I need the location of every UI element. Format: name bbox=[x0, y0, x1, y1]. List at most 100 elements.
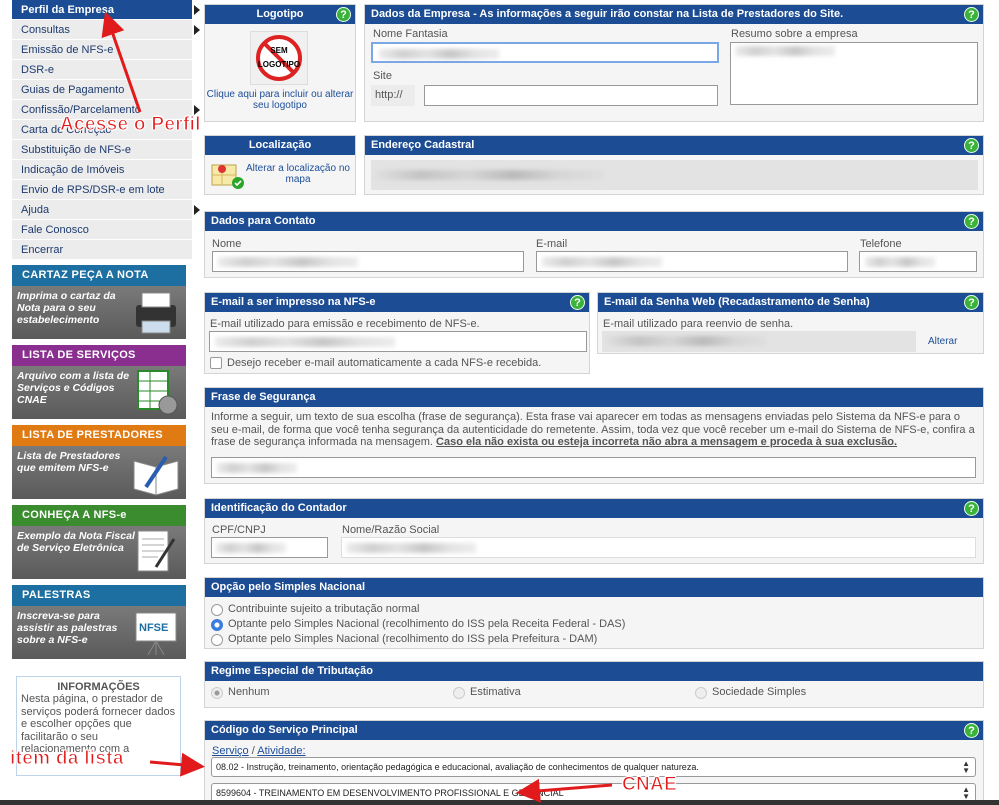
document-pen-icon bbox=[137, 530, 176, 572]
no-logo-text-1: SEM bbox=[270, 46, 288, 55]
service-select-value: 08.02 - Instrução, treinamento, orientaç… bbox=[216, 762, 699, 772]
contact-title: Dados para Contato bbox=[211, 215, 316, 227]
banner-3[interactable]: CONHEÇA A NFS-e Exemplo da Nota Fiscal de… bbox=[12, 505, 186, 579]
help-icon[interactable]: ? bbox=[964, 501, 979, 516]
menu-item-0[interactable]: Perfil da Empresa bbox=[12, 0, 200, 20]
menu-item-label: Ajuda bbox=[21, 204, 50, 216]
invoice-email-panel: E-mail a ser impresso na NFS-e? E-mail u… bbox=[204, 292, 590, 374]
service-code-title: Código do Serviço Principal bbox=[211, 724, 358, 736]
site-label: Site bbox=[373, 70, 392, 82]
menu-item-label: Envio de RPS/DSR-e em lote bbox=[21, 184, 165, 196]
help-icon[interactable]: ? bbox=[964, 295, 979, 310]
logo-placeholder[interactable]: SEM LOGOTIPO bbox=[250, 31, 308, 85]
regime-radio-1[interactable] bbox=[453, 687, 465, 699]
book-pen-icon bbox=[133, 455, 179, 496]
map-pin-icon[interactable] bbox=[210, 159, 244, 191]
regime-radio-0[interactable] bbox=[211, 687, 223, 699]
help-icon[interactable]: ? bbox=[964, 214, 979, 229]
trade-name-input[interactable] bbox=[371, 42, 719, 63]
banner-0[interactable]: CARTAZ PEÇA A NOTA Imprima o cartaz da No… bbox=[12, 265, 186, 339]
help-icon[interactable]: ? bbox=[336, 7, 351, 22]
menu-item-label: Encerrar bbox=[21, 244, 64, 256]
contact-panel: Dados para Contato? Nome E-mail Telefone bbox=[204, 211, 984, 278]
location-panel: Localização Alterar a localização no map… bbox=[204, 135, 356, 195]
regime-radio-2[interactable] bbox=[695, 687, 707, 699]
banner-text: Inscreva-se para assistir as palestras s… bbox=[17, 610, 118, 646]
banner-title: CONHEÇA A NFS-e bbox=[12, 505, 186, 526]
menu-item-9[interactable]: Envio de RPS/DSR-e em lote bbox=[12, 180, 192, 200]
security-phrase-header: Frase de Segurança bbox=[205, 388, 983, 407]
service-select[interactable]: 08.02 - Instrução, treinamento, orientaç… bbox=[211, 757, 976, 777]
address-header: Endereço Cadastral? bbox=[365, 136, 983, 155]
menu-item-3[interactable]: DSR-e bbox=[12, 60, 192, 80]
menu-item-1[interactable]: Consultas bbox=[12, 20, 200, 40]
banner-title: LISTA DE SERVIÇOS bbox=[12, 345, 186, 366]
submenu-arrow-icon bbox=[194, 5, 200, 15]
change-password-email-link[interactable]: Alterar bbox=[928, 336, 957, 347]
accountant-name-value bbox=[341, 537, 976, 558]
invoice-email-desc: E-mail utilizado para emissão e recebime… bbox=[210, 318, 480, 330]
simples-radio-0[interactable] bbox=[211, 604, 223, 616]
site-input[interactable] bbox=[424, 85, 718, 106]
menu-item-12[interactable]: Encerrar bbox=[12, 240, 192, 260]
company-title: Dados da Empresa - As informações a segu… bbox=[371, 8, 844, 20]
menu-item-label: Substituição de NFS-e bbox=[21, 144, 132, 156]
simples-option-label: Contribuinte sujeito a tributação normal bbox=[228, 603, 420, 615]
change-location-link[interactable]: Alterar a localização no mapa bbox=[245, 163, 351, 185]
menu-item-10[interactable]: Ajuda bbox=[12, 200, 200, 220]
activity-link[interactable]: Atividade: bbox=[257, 745, 305, 757]
accountant-title: Identificação do Contador bbox=[211, 502, 347, 514]
contact-phone-input[interactable] bbox=[859, 251, 977, 272]
select-arrows-icon: ▲ ▼ bbox=[962, 759, 970, 775]
menu-item-label: Guias de Pagamento bbox=[21, 84, 125, 96]
password-email-header: E-mail da Senha Web (Recadastramento de … bbox=[598, 293, 983, 312]
simples-radio-2[interactable] bbox=[211, 634, 223, 646]
annotation-item: item da lista bbox=[10, 748, 124, 770]
contact-name-input[interactable] bbox=[212, 251, 524, 272]
service-activity-links: Serviço / Atividade: bbox=[212, 745, 306, 757]
simples-option-label: Optante pelo Simples Nacional (recolhime… bbox=[228, 618, 626, 630]
banner-4[interactable]: PALESTRAS Inscreva-se para assistir as pa… bbox=[12, 585, 186, 659]
security-phrase-text: Informe a seguir, um texto de sua escolh… bbox=[211, 411, 979, 449]
accountant-cpf-label: CPF/CNPJ bbox=[212, 524, 266, 536]
banner-text: Exemplo da Nota Fiscal de Serviço Eletrô… bbox=[17, 530, 135, 554]
menu-item-label: Consultas bbox=[21, 24, 70, 36]
annotation-cnae: CNAE bbox=[621, 774, 678, 796]
invoice-email-input[interactable] bbox=[209, 331, 587, 352]
address-title: Endereço Cadastral bbox=[371, 139, 475, 151]
banner-2[interactable]: LISTA DE PRESTADORES Lista de Prestadores… bbox=[12, 425, 186, 499]
help-icon[interactable]: ? bbox=[570, 295, 585, 310]
accountant-header: Identificação do Contador? bbox=[205, 499, 983, 518]
summary-textarea[interactable] bbox=[730, 42, 978, 105]
nfse-board-icon: NFSE bbox=[135, 612, 177, 656]
banner-1[interactable]: LISTA DE SERVIÇOS Arquivo com a lista de … bbox=[12, 345, 186, 419]
help-icon[interactable]: ? bbox=[964, 7, 979, 22]
service-code-header: Código do Serviço Principal? bbox=[205, 721, 983, 740]
menu-item-4[interactable]: Guias de Pagamento bbox=[12, 80, 192, 100]
contact-email-label: E-mail bbox=[536, 238, 568, 250]
banner-text: Arquivo com a lista de Serviços e Código… bbox=[17, 370, 130, 406]
menu-item-8[interactable]: Indicação de Imóveis bbox=[12, 160, 192, 180]
simples-header: Opção pelo Simples Nacional bbox=[205, 578, 983, 597]
password-email-title: E-mail da Senha Web (Recadastramento de … bbox=[604, 296, 870, 308]
menu-item-11[interactable]: Fale Conosco bbox=[12, 220, 192, 240]
regime-panel: Regime Especial de Tributação Nenhum Esti… bbox=[204, 661, 984, 708]
help-icon[interactable]: ? bbox=[964, 723, 979, 738]
service-code-panel: Código do Serviço Principal? Serviço / A… bbox=[204, 720, 984, 805]
accountant-cpf-input[interactable] bbox=[211, 537, 328, 558]
auto-email-label: Desejo receber e-mail automaticamente a … bbox=[227, 357, 542, 369]
summary-label: Resumo sobre a empresa bbox=[731, 28, 858, 40]
menu-item-label: Indicação de Imóveis bbox=[21, 164, 125, 176]
contact-email-input[interactable] bbox=[536, 251, 848, 272]
auto-email-checkbox[interactable] bbox=[210, 357, 222, 369]
menu-item-2[interactable]: Emissão de NFS-e bbox=[12, 40, 192, 60]
service-link[interactable]: Serviço bbox=[212, 745, 249, 757]
help-icon[interactable]: ? bbox=[964, 138, 979, 153]
menu-item-7[interactable]: Substituição de NFS-e bbox=[12, 140, 192, 160]
banner-text: Lista de Prestadores que emitem NFS-e bbox=[17, 450, 121, 474]
security-phrase-input[interactable] bbox=[211, 457, 976, 478]
simples-radio-1[interactable] bbox=[211, 619, 223, 631]
logo-change-link[interactable]: Clique aqui para incluir ou alterar seu … bbox=[205, 89, 355, 111]
invoice-email-header: E-mail a ser impresso na NFS-e? bbox=[205, 293, 589, 312]
banner-text: Imprima o cartaz da Nota para o seu esta… bbox=[17, 290, 116, 326]
